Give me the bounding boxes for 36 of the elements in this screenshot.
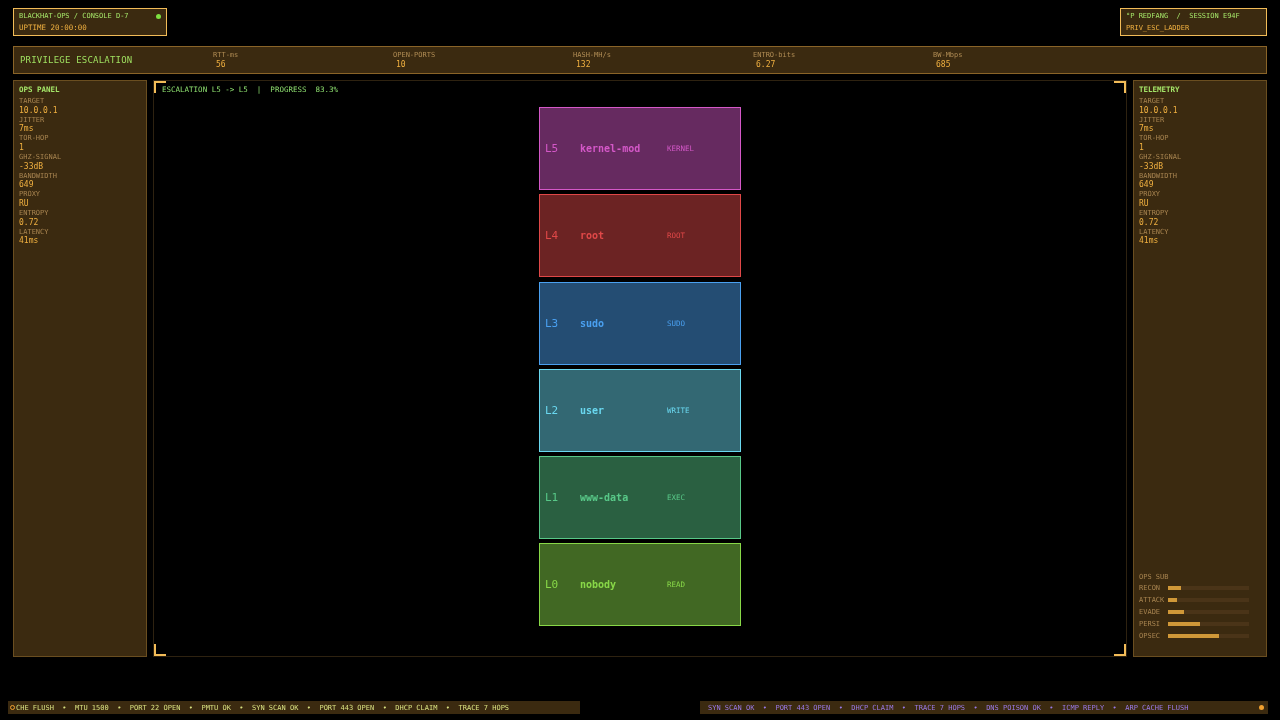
status-dot-icon	[156, 13, 161, 19]
field-value: 41ms	[19, 236, 39, 247]
stat-value: 10	[395, 59, 407, 70]
stat-value: 685	[935, 59, 952, 70]
level-name: user	[580, 404, 606, 416]
field-value: -33dB	[1139, 161, 1164, 172]
level-label: L0	[545, 578, 560, 592]
page-title: PRIVILEGE ESCALATION	[19, 55, 134, 65]
stat-value: 6.27	[755, 59, 777, 70]
stat-value: 132	[575, 59, 592, 70]
level-name: sudo	[580, 317, 606, 329]
field-value: 1	[19, 142, 24, 153]
field-value: 41ms	[1139, 236, 1159, 247]
level-name: kernel-mod	[580, 143, 642, 154]
field-value: RU	[1139, 198, 1149, 209]
field-value: 10.0.0.1	[19, 105, 58, 116]
field-value: -33dB	[19, 161, 44, 172]
level-name: www-data	[580, 492, 630, 504]
level-name: nobody	[580, 579, 618, 591]
field-value: 0.72	[1139, 217, 1159, 228]
stat-value: 56	[215, 59, 227, 70]
level-label: L3	[545, 316, 560, 330]
field-value: 10.0.0.1	[1139, 105, 1178, 116]
field-value: 7ms	[19, 124, 34, 134]
level-name: root	[580, 230, 606, 242]
level-label: L5	[545, 142, 560, 155]
level-label: L2	[545, 403, 560, 417]
field-value: 649	[19, 180, 34, 190]
field-value: 7ms	[1139, 124, 1154, 134]
level-label: L4	[545, 229, 560, 243]
field-value: 1	[1139, 142, 1144, 153]
field-value: 0.72	[19, 217, 39, 228]
field-value: 649	[1139, 180, 1154, 190]
level-label: L1	[545, 491, 560, 505]
field-value: RU	[19, 198, 29, 209]
status-dot-icon	[1259, 705, 1264, 710]
